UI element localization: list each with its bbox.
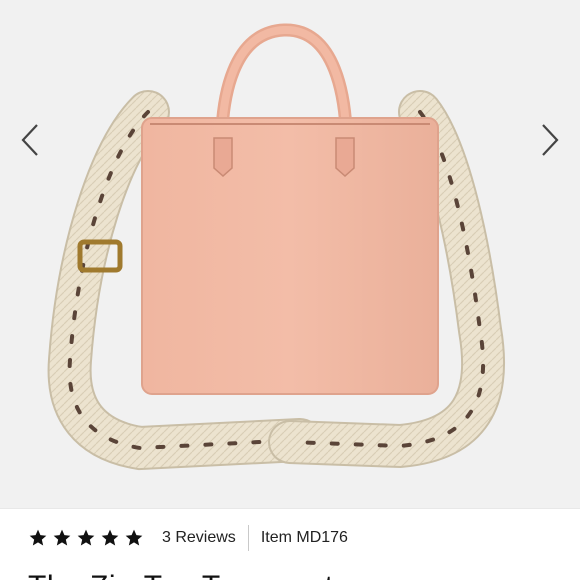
star-icon (53, 529, 71, 546)
next-image-button[interactable] (530, 118, 570, 162)
chevron-right-icon (542, 124, 559, 156)
product-info: 3 Reviews Item MD176 The Zip-Top Transpo… (0, 508, 580, 580)
product-image (0, 0, 580, 508)
rating-row: 3 Reviews Item MD176 (28, 525, 348, 551)
previous-image-button[interactable] (10, 118, 50, 162)
divider (247, 525, 249, 551)
item-code: Item MD176 (260, 529, 348, 546)
chevron-left-icon (21, 124, 38, 156)
product-image-gallery[interactable] (0, 0, 580, 508)
reviews-link[interactable]: 3 Reviews (162, 529, 236, 547)
star-icon (125, 529, 143, 546)
star-rating[interactable] (28, 528, 144, 548)
star-icon (77, 529, 95, 546)
star-icon (29, 529, 47, 546)
star-icon (101, 529, 119, 546)
product-title: The Zip-Top Transport (28, 569, 334, 580)
